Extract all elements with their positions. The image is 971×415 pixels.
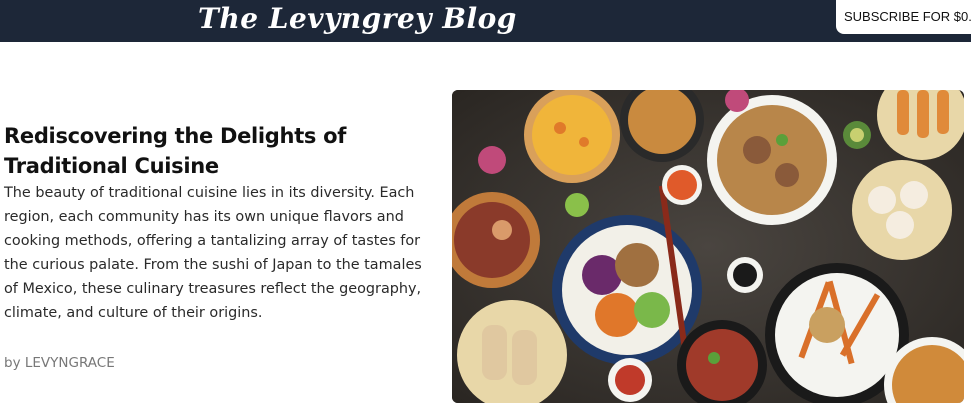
article-hero-image[interactable] [452,90,964,403]
article-title[interactable]: Rediscovering the Delights of Traditiona… [4,121,424,181]
article-body: The beauty of traditional cuisine lies i… [4,185,422,321]
food-spread-illustration [452,90,964,403]
site-header: The Levyngrey Blog SUBSCRIBE FOR $0.6 [0,0,971,42]
subscribe-button[interactable]: SUBSCRIBE FOR $0.6 [836,0,971,34]
article-author: by LEVYNGRACE [4,355,115,371]
blog-title[interactable]: The Levyngrey Blog [198,0,517,40]
